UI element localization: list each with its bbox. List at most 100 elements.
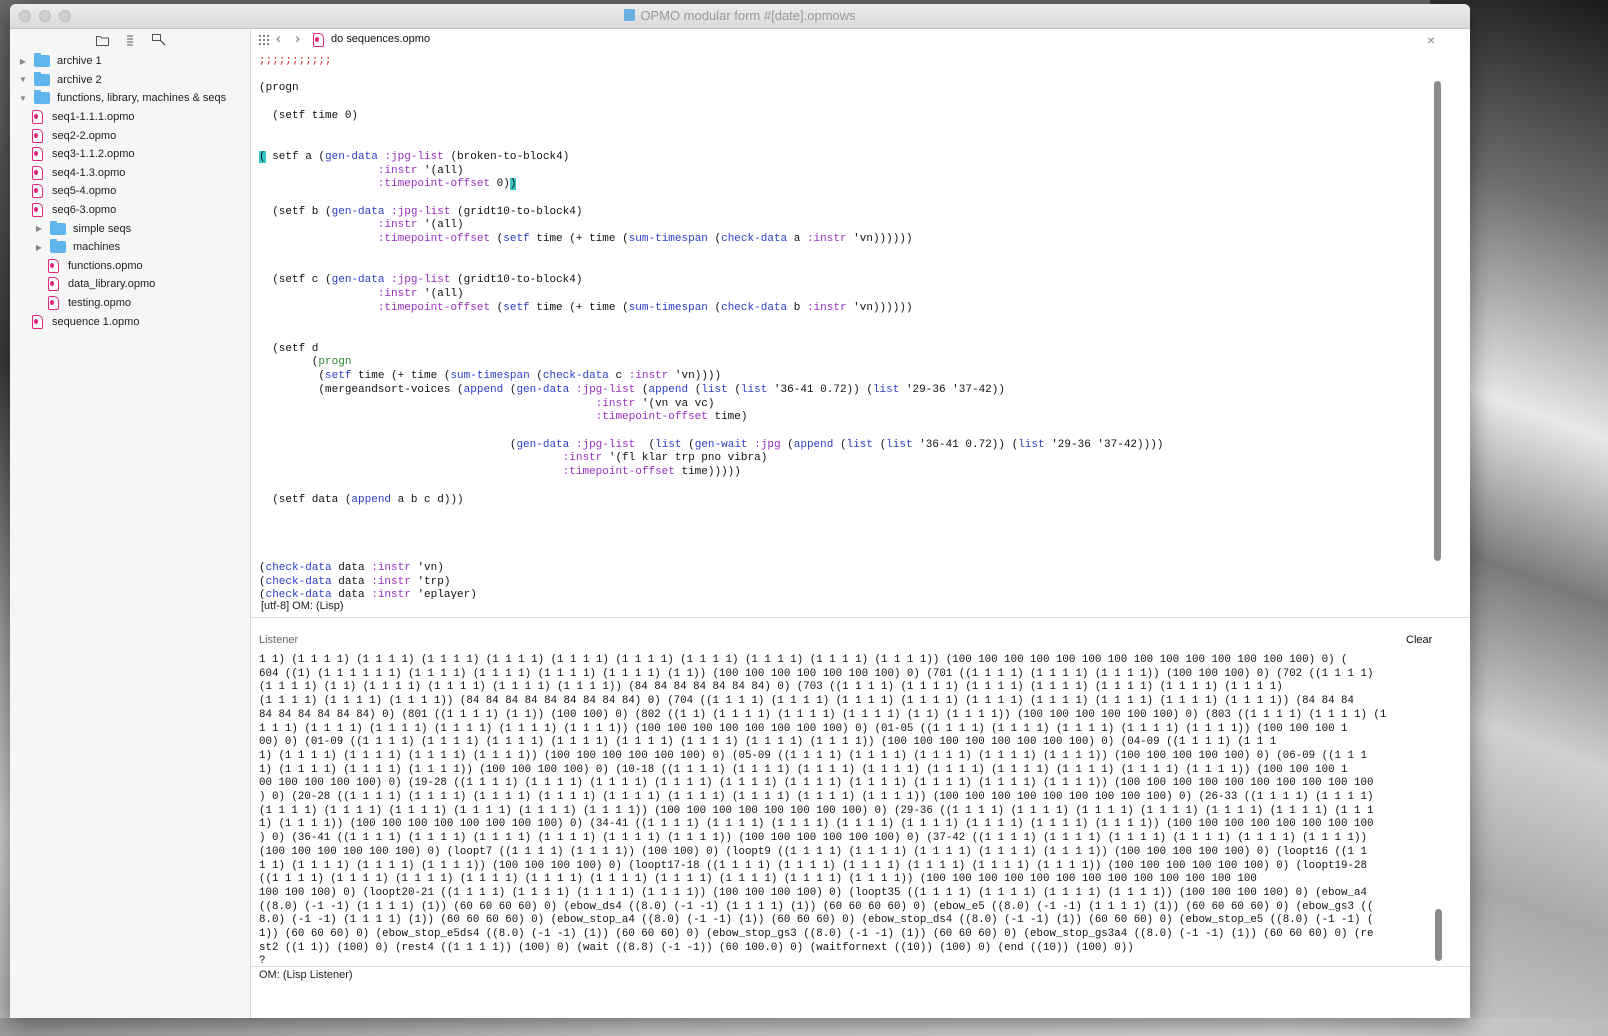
opmo-file-icon xyxy=(32,147,43,162)
sidebar-item-label: testing.opmo xyxy=(68,297,131,310)
opmo-file-icon xyxy=(32,184,43,199)
code-line: :timepoint-offset (setf time (+ time (su… xyxy=(259,302,1419,316)
folder-icon[interactable] xyxy=(95,35,109,47)
sidebar-file[interactable]: seq5-4.opmo xyxy=(10,182,250,201)
sidebar-file[interactable]: data_library.opmo xyxy=(10,275,250,294)
code-line: (setf data (append a b c d))) xyxy=(259,494,1419,508)
code-token: time (+ time ( xyxy=(529,301,629,314)
code-token: ( xyxy=(490,233,504,246)
forward-arrow-icon[interactable]: › xyxy=(295,30,300,47)
back-arrow-icon[interactable]: ‹ xyxy=(276,30,281,47)
code-token: append xyxy=(648,383,689,396)
sidebar-folder[interactable]: ▶ machines xyxy=(10,238,250,257)
code-token: ( xyxy=(259,575,266,588)
listener-scrollbar[interactable] xyxy=(1435,909,1442,961)
code-token: :instr xyxy=(377,164,418,177)
code-token: gen-data xyxy=(331,274,385,287)
code-token: :timepoint-offset xyxy=(377,233,491,246)
code-token: a xyxy=(787,233,807,246)
folder-icon xyxy=(50,220,66,235)
code-token: 'vn)))))) xyxy=(846,301,913,314)
sidebar-item-label: simple seqs xyxy=(73,222,132,235)
code-token: ( xyxy=(529,370,543,383)
code-token: :instr xyxy=(371,589,411,599)
code-token: (progn xyxy=(259,82,299,95)
code-token: (mergeandsort-voices ( xyxy=(259,383,464,396)
code-line: (setf time (+ time (sum-timespan (check-… xyxy=(259,370,1419,384)
sidebar-item-label: archive 2 xyxy=(57,73,102,86)
code-token: sum-timespan xyxy=(628,301,708,314)
disclosure-collapsed-icon[interactable]: ▶ xyxy=(18,57,28,66)
sidebar-folder[interactable]: ▼ functions, library, machines & seqs xyxy=(10,89,250,108)
editor-pane: ‹ › do sequences.opmo × ;;;;;;;;;;; (pro… xyxy=(251,29,1470,1018)
sidebar-file[interactable]: functions.opmo xyxy=(10,257,250,276)
sidebar-file[interactable]: seq1-1.1.1.opmo xyxy=(10,108,250,127)
code-token: :instr xyxy=(806,233,847,246)
code-token: append xyxy=(463,383,504,396)
sidebar-file[interactable]: seq2-2.opmo xyxy=(10,126,250,145)
disclosure-collapsed-icon[interactable]: ▶ xyxy=(34,243,44,252)
code-token: data xyxy=(331,575,372,588)
code-token: ( xyxy=(872,438,887,451)
opmo-file-icon xyxy=(48,277,59,292)
sidebar-file[interactable]: testing.opmo xyxy=(10,294,250,313)
editor-scrollbar[interactable] xyxy=(1434,81,1441,561)
code-token: ( xyxy=(681,438,695,451)
code-editor[interactable]: ;;;;;;;;;;; (progn (setf time 0) ( setf … xyxy=(259,55,1419,599)
code-token: :jpg-list xyxy=(391,205,451,218)
code-token: setf a ( xyxy=(265,150,326,163)
sidebar-item-label: sequence 1.opmo xyxy=(52,315,140,328)
sidebar-file[interactable]: seq4-1.3.opmo xyxy=(10,164,250,183)
code-token: gen-data xyxy=(516,438,570,451)
workspace-icon xyxy=(624,9,636,21)
sidebar-file[interactable]: seq3-1.1.2.opmo xyxy=(10,145,250,164)
editor-status: [utf-8] OM: (Lisp) xyxy=(261,600,344,612)
code-token: list xyxy=(886,438,913,451)
code-token: gen-wait xyxy=(694,438,748,451)
sidebar-file[interactable]: sequence 1.opmo xyxy=(10,312,250,331)
divider xyxy=(251,617,1470,618)
code-token: ( xyxy=(635,383,649,396)
code-token: (setf c ( xyxy=(259,274,332,287)
code-token: ( xyxy=(780,438,794,451)
code-token: ( xyxy=(490,301,504,314)
code-token: :jpg-list xyxy=(575,383,636,396)
sidebar-folder[interactable]: ▶ archive 1 xyxy=(10,52,250,71)
code-token: :timepoint-offset xyxy=(562,466,675,479)
disclosure-expanded-icon[interactable]: ▼ xyxy=(18,94,28,103)
code-line: :instr '(all) xyxy=(259,219,1419,233)
code-line: :instr '(all) xyxy=(259,288,1419,302)
code-token: c xyxy=(608,370,629,383)
listener-output[interactable]: 1 1) (1 1 1 1) (1 1 1 1) (1 1 1 1) (1 1 … xyxy=(259,654,1434,968)
grid-icon[interactable] xyxy=(258,34,269,45)
disclosure-expanded-icon[interactable]: ▼ xyxy=(18,75,28,84)
desktop-background-bottom xyxy=(0,1018,1608,1036)
code-token: time))))) xyxy=(674,466,741,479)
listener-title: Listener xyxy=(259,634,299,646)
opmo-file-icon xyxy=(48,258,59,273)
code-token: ( xyxy=(688,383,702,396)
search-icon[interactable] xyxy=(151,34,166,46)
code-token: ( xyxy=(707,233,722,246)
clear-button[interactable]: Clear xyxy=(1406,634,1432,646)
sidebar-item-label: functions, library, machines & seqs xyxy=(57,92,227,105)
editor-tab-title[interactable]: do sequences.opmo xyxy=(331,33,430,45)
folder-icon xyxy=(34,71,50,86)
sidebar-folder[interactable]: ▶ simple seqs xyxy=(10,219,250,238)
close-icon[interactable]: × xyxy=(1427,32,1435,48)
code-token: ( xyxy=(259,356,319,369)
code-token: ( xyxy=(259,150,266,163)
sidebar-folder[interactable]: ▼ archive 2 xyxy=(10,71,250,90)
list-icon[interactable] xyxy=(123,35,137,47)
disclosure-collapsed-icon[interactable]: ▶ xyxy=(34,224,44,233)
sidebar-file[interactable]: seq6-3.opmo xyxy=(10,201,250,220)
